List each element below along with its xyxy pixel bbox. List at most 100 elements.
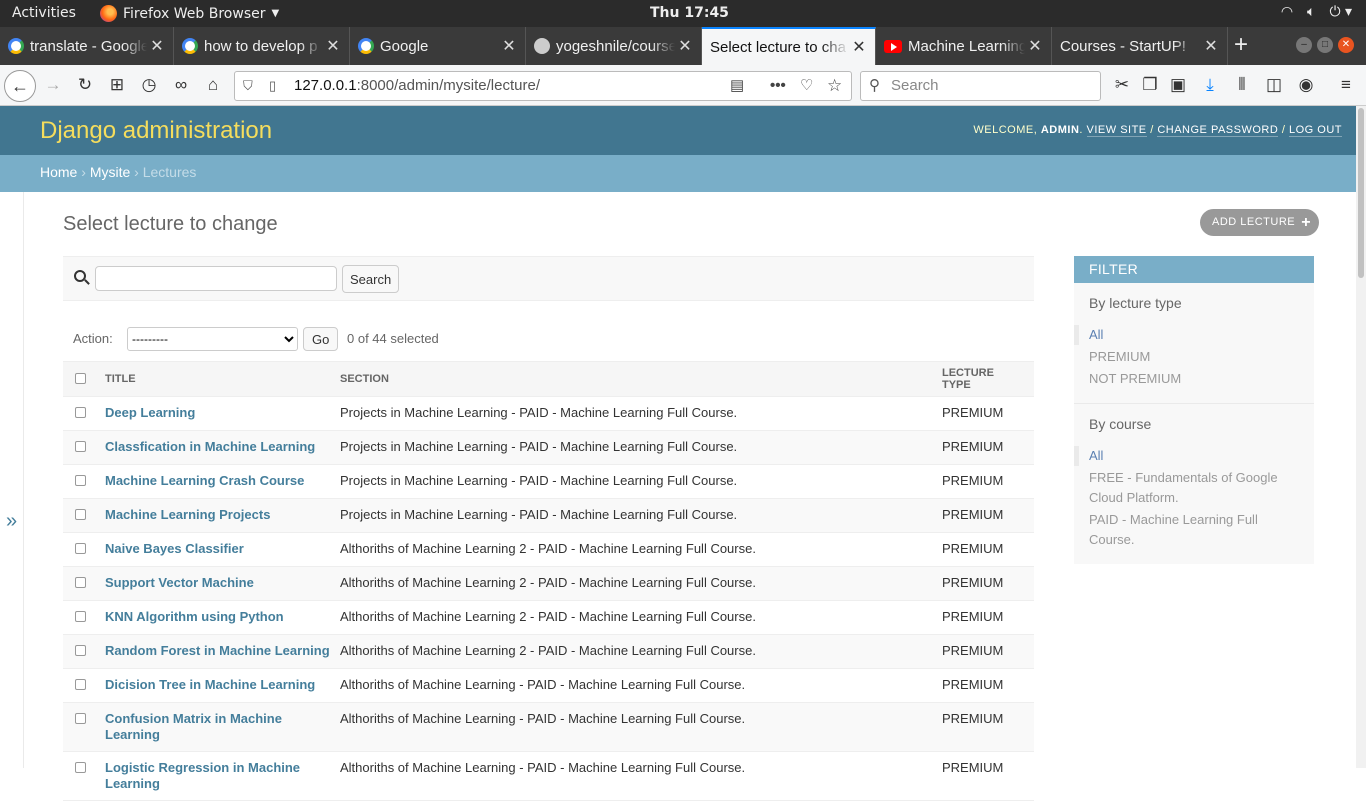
breadcrumb-home[interactable]: Home: [40, 164, 77, 180]
menu-icon[interactable]: ≡: [1334, 73, 1358, 97]
search-button[interactable]: Search: [342, 265, 400, 293]
scrollbar-thumb[interactable]: [1358, 108, 1364, 278]
system-tray[interactable]: ◠ 🔈︎ ⏻ ▾: [1281, 4, 1352, 20]
lecture-title-link[interactable]: Classfication in Machine Learning: [105, 430, 340, 465]
filter-option-premium[interactable]: PREMIUM: [1074, 347, 1314, 367]
plus-icon: +: [1301, 214, 1312, 231]
back-button[interactable]: ←: [4, 70, 36, 102]
minimize-icon[interactable]: –: [1296, 37, 1312, 53]
container-icon[interactable]: ⊞: [105, 73, 129, 97]
nav-sidebar-toggle[interactable]: »: [0, 192, 24, 768]
close-icon[interactable]: ✕: [147, 36, 167, 56]
filter-option-paid-course[interactable]: PAID - Machine Learning Full Course.: [1074, 510, 1314, 550]
cut-icon[interactable]: ✂: [1110, 73, 1134, 97]
search-input[interactable]: [95, 266, 337, 291]
table-row: Classfication in Machine Learning Project…: [63, 430, 1034, 465]
row-checkbox[interactable]: [75, 543, 86, 554]
section-cell: Projects in Machine Learning - PAID - Ma…: [340, 396, 942, 431]
sidebar-icon[interactable]: ◫: [1262, 73, 1286, 97]
tab-title: yogeshnile/course: [556, 37, 675, 55]
row-checkbox[interactable]: [75, 713, 86, 724]
home-button[interactable]: ⌂: [201, 73, 225, 97]
tab[interactable]: Courses - StartUP! ✕: [1052, 27, 1228, 65]
row-checkbox[interactable]: [75, 611, 86, 622]
copy-icon[interactable]: ❐: [1138, 73, 1162, 97]
close-icon[interactable]: ✕: [1201, 36, 1221, 56]
lecture-title-link[interactable]: Machine Learning Projects: [105, 498, 340, 533]
row-checkbox[interactable]: [75, 475, 86, 486]
action-label: Action:: [73, 331, 113, 346]
lecture-title-link[interactable]: Machine Learning Crash Course: [105, 464, 340, 499]
close-icon[interactable]: ✕: [1025, 36, 1045, 56]
new-tab-button[interactable]: +: [1234, 31, 1248, 59]
lecture-title-link[interactable]: Naive Bayes Classifier: [105, 532, 340, 567]
welcome-text: WELCOME,: [973, 124, 1038, 136]
column-section[interactable]: SECTION: [340, 361, 942, 397]
action-select[interactable]: ---------: [127, 327, 298, 351]
row-checkbox[interactable]: [75, 441, 86, 452]
filter-option-all[interactable]: All: [1074, 446, 1314, 466]
close-window-icon[interactable]: ✕: [1338, 37, 1354, 53]
username: ADMIN: [1040, 124, 1080, 136]
tab-title: Courses - StartUP!: [1060, 37, 1186, 55]
clock[interactable]: Thu 17:45: [650, 5, 729, 21]
row-checkbox[interactable]: [75, 679, 86, 690]
view-site-link[interactable]: VIEW SITE: [1086, 124, 1147, 137]
reload-button[interactable]: ↻: [73, 73, 97, 97]
library-icon[interactable]: ⫴: [1230, 73, 1254, 97]
tab[interactable]: yogeshnile/course ✕: [526, 27, 702, 65]
tab[interactable]: how to develop p ✕: [174, 27, 350, 65]
tab[interactable]: Machine Learning ✕: [876, 27, 1052, 65]
maximize-icon[interactable]: □: [1317, 37, 1333, 53]
tab-title: Google: [380, 37, 429, 55]
paste-icon[interactable]: ▣: [1166, 73, 1190, 97]
download-icon[interactable]: ⤓: [1198, 73, 1222, 97]
close-icon[interactable]: ✕: [849, 37, 869, 57]
close-icon[interactable]: ✕: [675, 36, 695, 56]
filter-option-all[interactable]: All: [1074, 325, 1314, 345]
history-icon[interactable]: ◷: [137, 73, 161, 97]
column-lecture-type[interactable]: LECTURE TYPE: [942, 361, 1034, 397]
breadcrumb-app[interactable]: Mysite: [90, 164, 130, 180]
filter-option-not-premium[interactable]: NOT PREMIUM: [1074, 369, 1314, 389]
row-checkbox[interactable]: [75, 645, 86, 656]
tab[interactable]: translate - Google ✕: [0, 27, 174, 65]
select-all-checkbox[interactable]: [75, 373, 86, 384]
app-menu[interactable]: Firefox Web Browser ▼: [100, 5, 279, 22]
add-lecture-button[interactable]: ADD LECTURE +: [1200, 209, 1320, 236]
lecture-title-link[interactable]: Logistic Regression in Machine Learning: [105, 751, 340, 801]
change-password-link[interactable]: CHANGE PASSWORD: [1157, 124, 1279, 137]
mask-icon[interactable]: ∞: [169, 73, 193, 97]
tab[interactable]: Google ✕: [350, 27, 526, 65]
account-icon[interactable]: ◉: [1294, 73, 1318, 97]
shield-icon[interactable]: ⛉: [243, 72, 253, 100]
lecture-title-link[interactable]: Dicision Tree in Machine Learning: [105, 668, 340, 703]
row-checkbox[interactable]: [75, 577, 86, 588]
filter-option-free-course[interactable]: FREE - Fundamentals of Google Cloud Plat…: [1074, 468, 1314, 508]
row-checkbox[interactable]: [75, 407, 86, 418]
column-title[interactable]: TITLE: [105, 361, 340, 397]
lecture-title-link[interactable]: Support Vector Machine: [105, 566, 340, 601]
go-button[interactable]: Go: [303, 327, 339, 351]
lecture-title-link[interactable]: KNN Algorithm using Python: [105, 600, 340, 635]
close-icon[interactable]: ✕: [323, 36, 343, 56]
row-checkbox[interactable]: [75, 509, 86, 520]
log-out-link[interactable]: LOG OUT: [1288, 124, 1342, 137]
close-icon[interactable]: ✕: [499, 36, 519, 56]
wifi-icon: ◠: [1280, 4, 1294, 20]
tab-title: Machine Learning: [908, 37, 1025, 55]
reader-view-icon[interactable]: ▤: [730, 72, 744, 100]
forward-button[interactable]: →: [41, 73, 65, 97]
search-field[interactable]: ⚲ Search: [860, 71, 1101, 101]
activities-button[interactable]: Activities: [12, 5, 76, 21]
site-branding[interactable]: Django administration: [40, 117, 272, 145]
page-actions-icon[interactable]: •••: [770, 72, 786, 100]
lecture-title-link[interactable]: Confusion Matrix in Machine Learning: [105, 702, 340, 752]
lecture-title-link[interactable]: Deep Learning: [105, 396, 340, 431]
pocket-icon[interactable]: ♡: [800, 72, 813, 100]
lecture-title-link[interactable]: Random Forest in Machine Learning: [105, 634, 340, 669]
url-bar[interactable]: ⛉ ▯ 127.0.0.1:8000/admin/mysite/lecture/…: [234, 71, 852, 101]
bookmark-star-icon[interactable]: ☆: [827, 72, 842, 100]
tab-active[interactable]: Select lecture to cha ✕: [702, 27, 876, 65]
page-scrollbar[interactable]: [1356, 106, 1366, 768]
